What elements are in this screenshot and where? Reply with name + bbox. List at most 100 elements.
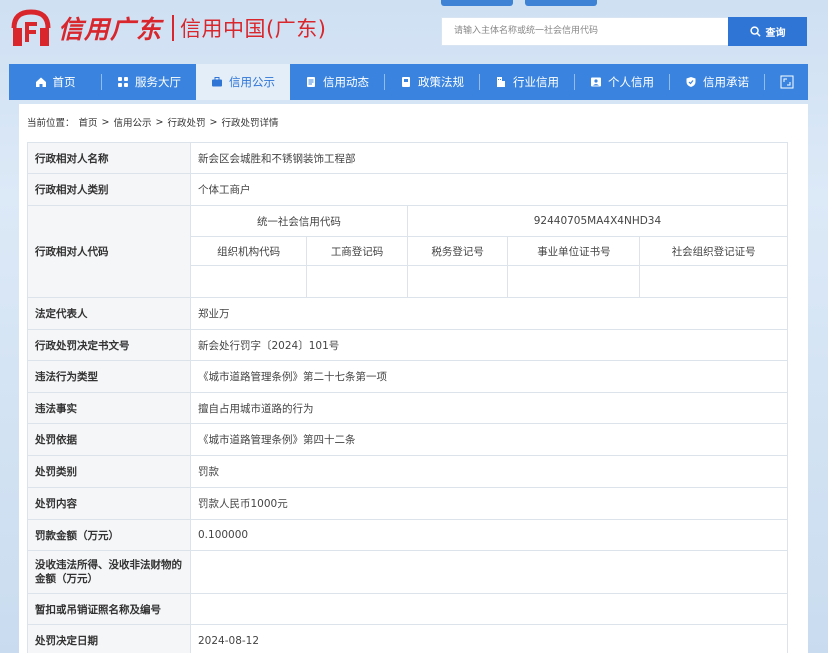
table-row: 处罚内容 罚款人民币1000元 <box>27 487 788 520</box>
table-row: 暂扣或吊销证照名称及编号 <box>27 593 788 625</box>
home-icon <box>35 77 46 87</box>
top-tab-left[interactable] <box>441 0 513 6</box>
row-label: 处罚决定日期 <box>27 624 191 653</box>
breadcrumb: 当前位置： 首页 > 信用公示 > 行政处罚 > 行政处罚详情 <box>27 115 279 130</box>
table-row: 违法行为类型 《城市道路管理条例》第二十七条第一项 <box>27 360 788 393</box>
nav-item-credit-news[interactable]: 信用动态 <box>290 64 384 100</box>
news-icon <box>307 77 315 87</box>
brand-emblem-icon <box>10 8 52 48</box>
main-nav: 首页 服务大厅 信用公示 信用动态 政策法规 行业信用 个人信用 信用承诺 <box>9 64 808 100</box>
category-value: 罚款 <box>190 455 788 488</box>
breadcrumb-prefix: 当前位置： <box>27 118 75 129</box>
row-label: 法定代表人 <box>27 297 191 330</box>
table-row: 没收违法所得、没收非法财物的金额（万元） <box>27 550 788 594</box>
row-label: 行政相对人名称 <box>27 142 191 174</box>
site-header: 信用广东 信用中国(广东) 请输入主体名称或统一社会信用代码 查询 <box>0 0 828 64</box>
table-row: 处罚决定日期 2024-08-12 <box>27 624 788 653</box>
grid-icon <box>118 77 128 87</box>
nav-label: 服务大厅 <box>135 75 181 89</box>
briefcase-icon <box>212 77 222 87</box>
content-panel: 当前位置： 首页 > 信用公示 > 行政处罚 > 行政处罚详情 行政相对人名称 … <box>19 104 808 653</box>
row-label: 违法行为类型 <box>27 360 191 393</box>
license-value <box>190 593 788 625</box>
table-row: 罚款金额（万元） 0.100000 <box>27 519 788 551</box>
uscc-header: 统一社会信用代码 <box>190 205 408 237</box>
code-value <box>306 265 408 298</box>
code-header: 事业单位证书号 <box>507 236 641 266</box>
facts-value: 擅自占用城市道路的行为 <box>190 392 788 424</box>
site-logo[interactable]: 信用广东 信用中国(广东) <box>10 8 326 48</box>
code-value <box>406 265 509 298</box>
row-label: 罚款金额（万元） <box>27 519 191 551</box>
table-row: 行政相对人代码 统一社会信用代码 92440705MA4X4NHD34 <box>27 205 789 298</box>
nav-item-service-hall[interactable]: 服务大厅 <box>102 64 196 100</box>
book-icon <box>402 77 410 87</box>
search-button-label: 查询 <box>765 28 786 39</box>
search-input[interactable]: 请输入主体名称或统一社会信用代码 <box>441 17 728 46</box>
party-type-value: 个体工商户 <box>190 173 788 206</box>
amount-value: 0.100000 <box>190 519 788 551</box>
row-label: 处罚类别 <box>27 455 191 488</box>
top-tab-right[interactable] <box>525 0 597 6</box>
code-header: 组织机构代码 <box>189 236 308 266</box>
brand-name: 信用广东 <box>58 15 163 44</box>
row-label: 行政相对人类别 <box>27 173 191 206</box>
row-label: 处罚内容 <box>27 487 191 520</box>
code-header: 工商登记码 <box>306 236 408 266</box>
nav-item-policies[interactable]: 政策法规 <box>385 64 479 100</box>
nav-item-credit-commitment[interactable]: 信用承诺 <box>670 64 764 100</box>
decision-date-value: 2024-08-12 <box>190 624 788 653</box>
site-name: 信用中国(广东) <box>180 17 327 41</box>
nav-item-credit-disclosure[interactable]: 信用公示 <box>196 64 290 100</box>
nav-expand-button[interactable] <box>765 64 808 100</box>
logo-divider <box>172 15 175 41</box>
uscc-value: 92440705MA4X4NHD34 <box>406 205 789 237</box>
row-label: 行政相对人代码 <box>27 205 191 298</box>
row-label: 行政处罚决定书文号 <box>27 329 191 361</box>
search-icon <box>749 26 761 37</box>
doc-no-value: 新会处行罚字〔2024〕101号 <box>190 329 788 361</box>
breadcrumb-current: 行政处罚详情 <box>221 118 279 129</box>
nav-item-home[interactable]: 首页 <box>9 64 101 100</box>
shield-icon <box>686 77 696 87</box>
row-label: 处罚依据 <box>27 423 191 456</box>
breadcrumb-credit-disclosure[interactable]: 信用公示 <box>114 115 152 129</box>
table-row: 行政相对人名称 新会区会城胜和不锈钢装饰工程部 <box>27 142 788 174</box>
breadcrumb-home[interactable]: 首页 <box>79 115 98 129</box>
penalty-detail-table: 行政相对人名称 新会区会城胜和不锈钢装饰工程部 行政相对人类别 个体工商户 行政… <box>27 142 789 653</box>
nav-item-industry-credit[interactable]: 行业信用 <box>480 64 574 100</box>
code-value <box>189 265 308 298</box>
row-label: 暂扣或吊销证照名称及编号 <box>27 593 191 625</box>
confiscated-value <box>190 550 788 594</box>
nav-label: 信用公示 <box>229 75 275 89</box>
table-row: 行政相对人类别 个体工商户 <box>27 173 788 206</box>
nav-label: 信用承诺 <box>703 75 749 89</box>
breadcrumb-admin-penalty[interactable]: 行政处罚 <box>167 115 205 129</box>
table-row: 违法事实 擅自占用城市道路的行为 <box>27 392 788 424</box>
breadcrumb-separator: > <box>101 116 110 128</box>
code-value <box>639 265 788 298</box>
table-row: 处罚依据 《城市道路管理条例》第四十二条 <box>27 423 788 456</box>
nav-label: 个人信用 <box>608 75 654 89</box>
building-icon <box>497 77 505 87</box>
nav-label: 行业信用 <box>513 75 559 89</box>
table-row: 处罚类别 罚款 <box>27 455 788 488</box>
breadcrumb-separator: > <box>209 116 218 128</box>
row-label: 违法事实 <box>27 392 191 424</box>
nav-label: 政策法规 <box>418 75 464 89</box>
table-row: 法定代表人 郑业万 <box>27 297 788 330</box>
search-button[interactable]: 查询 <box>728 17 807 46</box>
code-header: 税务登记号 <box>406 236 509 266</box>
content-value: 罚款人民币1000元 <box>190 487 788 520</box>
party-name-value: 新会区会城胜和不锈钢装饰工程部 <box>190 142 788 174</box>
fullscreen-icon <box>780 75 793 89</box>
nav-label: 信用动态 <box>323 75 369 89</box>
basis-value: 《城市道路管理条例》第四十二条 <box>190 423 788 456</box>
table-row: 行政处罚决定书文号 新会处行罚字〔2024〕101号 <box>27 329 788 361</box>
violation-type-value: 《城市道路管理条例》第二十七条第一项 <box>190 360 788 393</box>
nav-label: 首页 <box>52 75 76 89</box>
code-value <box>507 265 641 298</box>
legal-rep-value: 郑业万 <box>190 297 788 330</box>
code-header: 社会组织登记证号 <box>639 236 788 266</box>
nav-item-personal-credit[interactable]: 个人信用 <box>575 64 669 100</box>
